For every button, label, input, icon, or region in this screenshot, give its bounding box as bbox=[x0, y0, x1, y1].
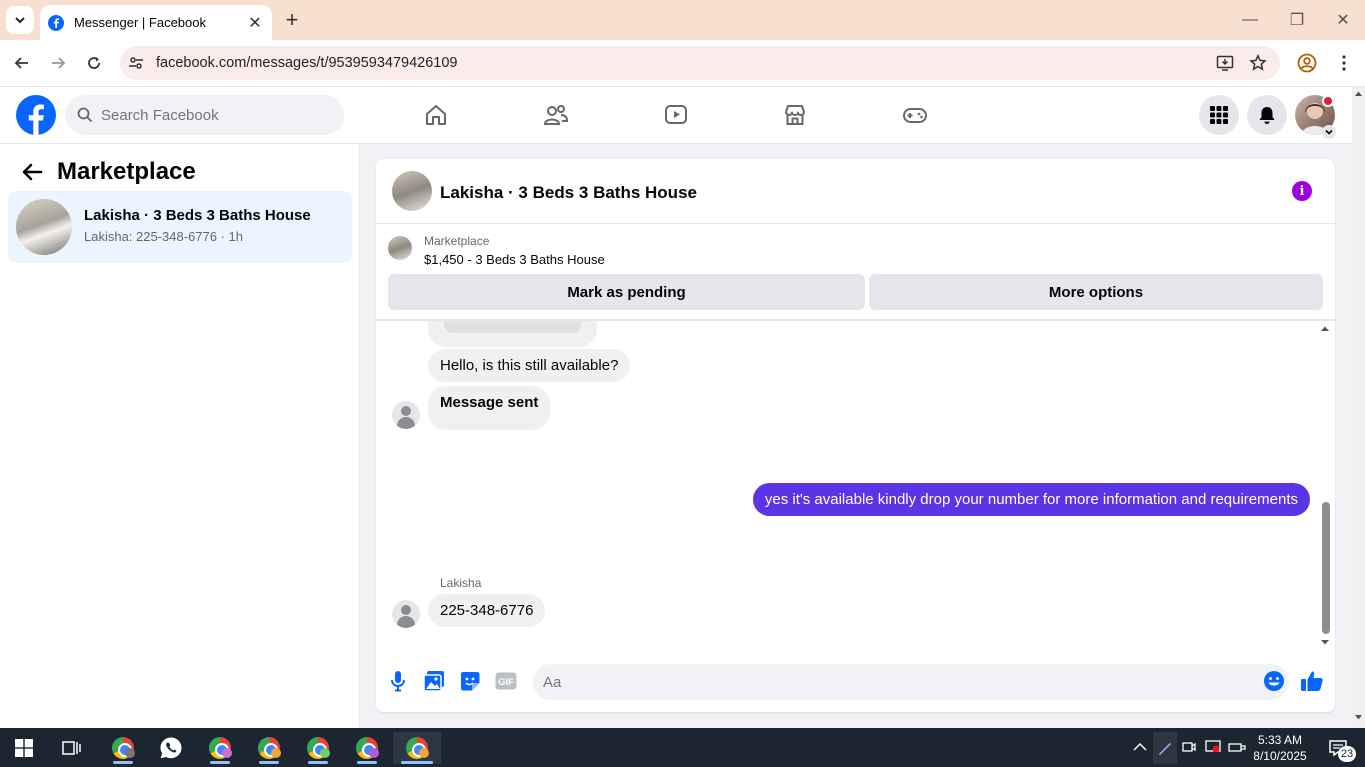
install-app-icon[interactable] bbox=[1212, 50, 1238, 76]
gaming-icon[interactable] bbox=[901, 101, 929, 129]
photo-icon[interactable] bbox=[422, 669, 446, 693]
listing-source-label: Marketplace bbox=[424, 234, 490, 248]
message-composer: GIF bbox=[376, 654, 1335, 712]
info-icon[interactable]: i bbox=[1292, 181, 1312, 201]
marketplace-sidebar: Marketplace Lakisha · 3 Beds 3 Baths Hou… bbox=[0, 144, 360, 728]
windows-start-icon[interactable] bbox=[4, 732, 44, 764]
clock-date: 8/10/2025 bbox=[1253, 749, 1307, 763]
grid-icon bbox=[1210, 106, 1228, 124]
forward-icon[interactable] bbox=[45, 50, 71, 76]
tab-title: Messenger | Facebook bbox=[74, 15, 206, 30]
message-input[interactable] bbox=[533, 664, 1289, 700]
friends-icon[interactable] bbox=[542, 101, 570, 129]
chat-header: Lakisha · 3 Beds 3 Baths House i bbox=[376, 159, 1335, 224]
message-list[interactable]: Hello, is this still available? Message … bbox=[376, 321, 1335, 649]
conversation-list-item[interactable]: Lakisha · 3 Beds 3 Baths House Lakisha: … bbox=[8, 191, 352, 263]
svg-text:GIF: GIF bbox=[498, 677, 514, 688]
menu-grid-button[interactable] bbox=[1199, 95, 1239, 135]
conversation-preview: Lakisha: 225-348-6776 · 1h bbox=[84, 229, 244, 244]
url-text: facebook.com/messages/t/9539593479426109 bbox=[156, 55, 458, 71]
video-icon[interactable] bbox=[662, 101, 690, 129]
browser-tab[interactable]: Messenger | Facebook ✕ bbox=[40, 5, 272, 40]
notification-dot bbox=[1322, 95, 1334, 107]
mark-as-pending-button[interactable]: Mark as pending bbox=[388, 274, 865, 310]
facebook-favicon-icon bbox=[48, 14, 64, 31]
sender-avatar[interactable] bbox=[392, 600, 420, 628]
network-icon[interactable] bbox=[1228, 740, 1246, 754]
address-toolbar: facebook.com/messages/t/9539593479426109 bbox=[0, 40, 1365, 87]
address-bar[interactable]: facebook.com/messages/t/9539593479426109 bbox=[120, 46, 1280, 80]
bell-icon bbox=[1259, 107, 1275, 124]
emoji-icon[interactable] bbox=[1262, 669, 1286, 693]
notification-count-badge: 23 bbox=[1338, 746, 1356, 762]
profile-icon[interactable] bbox=[1294, 50, 1320, 76]
whatsapp-taskbar-icon[interactable] bbox=[151, 732, 191, 764]
gif-icon[interactable]: GIF bbox=[494, 669, 518, 693]
chat-panel: Lakisha · 3 Beds 3 Baths House i Marketp… bbox=[376, 159, 1335, 712]
system-clock[interactable]: 5:33 AM 8/10/2025 bbox=[1245, 732, 1315, 764]
back-icon[interactable] bbox=[9, 50, 35, 76]
thumbs-up-icon[interactable] bbox=[1300, 669, 1324, 693]
page-scrollbar[interactable] bbox=[1352, 87, 1365, 728]
listing-small-thumbnail[interactable] bbox=[388, 236, 412, 260]
message-bubble: Hello, is this still available? bbox=[428, 349, 631, 382]
chat-listing-thumbnail[interactable] bbox=[392, 171, 432, 211]
search-icon bbox=[77, 107, 93, 123]
browser-tab-bar: Messenger | Facebook ✕ + — ❐ ✕ bbox=[0, 0, 1365, 40]
chrome-profile-taskbar-icon[interactable] bbox=[200, 732, 240, 764]
microphone-icon[interactable] bbox=[386, 669, 410, 693]
tab-close-icon[interactable]: ✕ bbox=[244, 12, 266, 34]
notification-center-icon[interactable]: 23 bbox=[1318, 732, 1358, 764]
clock-time: 5:33 AM bbox=[1257, 733, 1303, 747]
notifications-button[interactable] bbox=[1247, 95, 1287, 135]
facebook-logo-icon[interactable] bbox=[16, 95, 56, 135]
facebook-search-box[interactable] bbox=[65, 95, 344, 135]
message-bubble: 225-348-6776 bbox=[428, 594, 546, 627]
pen-tray-icon[interactable] bbox=[1153, 732, 1177, 764]
sticker-icon[interactable] bbox=[458, 669, 482, 693]
reload-icon[interactable] bbox=[81, 50, 107, 76]
message-bubble: Message sent bbox=[428, 386, 551, 430]
conversation-name: Lakisha · 3 Beds 3 Baths House bbox=[84, 207, 311, 224]
home-icon[interactable] bbox=[422, 101, 450, 129]
my-message-bubble: yes it's available kindly drop your numb… bbox=[752, 483, 1310, 516]
message-bubble-partial bbox=[428, 321, 597, 347]
chrome-taskbar-icon[interactable] bbox=[103, 732, 143, 764]
facebook-header bbox=[0, 87, 1352, 144]
chat-title[interactable]: Lakisha · 3 Beds 3 Baths House bbox=[440, 183, 697, 203]
tab-search-chevron-icon[interactable] bbox=[6, 6, 34, 34]
meet-now-icon[interactable] bbox=[1182, 740, 1196, 754]
listing-price-title[interactable]: $1,450 - 3 Beds 3 Baths House bbox=[424, 252, 605, 267]
display-icon[interactable] bbox=[1205, 739, 1221, 755]
minimize-icon[interactable]: — bbox=[1238, 8, 1262, 32]
chrome-profile-taskbar-icon[interactable] bbox=[347, 732, 387, 764]
more-options-button[interactable]: More options bbox=[869, 274, 1323, 310]
bookmark-star-icon[interactable] bbox=[1245, 50, 1271, 76]
listing-thumbnail bbox=[16, 199, 72, 255]
chrome-profile-taskbar-icon-active[interactable] bbox=[393, 732, 441, 764]
browser-menu-icon[interactable] bbox=[1331, 50, 1357, 76]
site-settings-icon[interactable] bbox=[128, 55, 144, 71]
show-hidden-icons-chevron-icon[interactable] bbox=[1133, 742, 1147, 752]
window-close-icon[interactable]: ✕ bbox=[1331, 8, 1355, 32]
chat-scrollbar-thumb[interactable] bbox=[1322, 502, 1330, 634]
restore-icon[interactable]: ❐ bbox=[1285, 8, 1309, 32]
chrome-profile-taskbar-icon[interactable] bbox=[298, 732, 338, 764]
sender-name: Lakisha bbox=[440, 576, 482, 590]
back-arrow-icon[interactable] bbox=[20, 160, 44, 184]
marketplace-icon[interactable] bbox=[781, 101, 809, 129]
account-chevron-down-icon[interactable] bbox=[1322, 125, 1336, 139]
chrome-profile-taskbar-icon[interactable] bbox=[249, 732, 289, 764]
windows-taskbar: 5:33 AM 8/10/2025 23 bbox=[0, 728, 1365, 767]
buyer-avatar[interactable] bbox=[392, 401, 420, 429]
sidebar-title: Marketplace bbox=[57, 158, 196, 185]
search-input[interactable] bbox=[101, 106, 321, 124]
new-tab-plus-icon[interactable]: + bbox=[280, 7, 304, 32]
task-view-icon[interactable] bbox=[52, 732, 92, 764]
